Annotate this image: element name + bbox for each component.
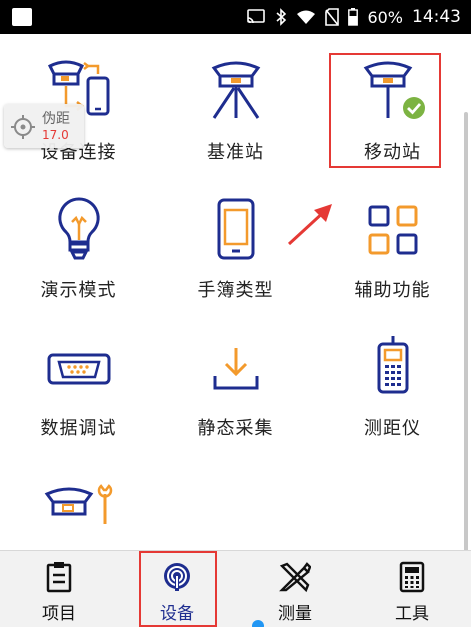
receiver-settings-item[interactable] — [0, 482, 157, 550]
pseudo-range-label: 伪距 — [42, 111, 70, 127]
pseudo-range-value: 17.0 — [42, 128, 69, 142]
static-collect-item[interactable]: 静态采集 — [157, 346, 314, 456]
pseudo-range-widget[interactable]: 伪距 17.0 — [4, 104, 84, 148]
rover-highlight-box — [329, 53, 441, 168]
handheld-type-label: 手簿类型 — [197, 280, 274, 301]
status-icons: 60% 14:43 — [246, 0, 461, 34]
receiver-wrench-icon — [0, 482, 157, 526]
clipboard-icon — [0, 561, 118, 593]
lightbulb-icon — [0, 196, 157, 262]
no-sim-icon — [325, 8, 340, 26]
nav-measure[interactable]: 测量 — [236, 551, 354, 627]
rangefinder-icon — [314, 334, 471, 394]
status-bar: 60% 14:43 — [0, 0, 471, 34]
base-station-label: 基准站 — [207, 142, 264, 163]
bottom-nav: 项目 设备 测量 工具 — [0, 550, 471, 627]
base-station-icon — [157, 56, 314, 120]
nav-project-label: 项目 — [42, 604, 76, 624]
calculator-icon — [353, 561, 471, 593]
red-arrow-icon — [286, 202, 336, 256]
cast-icon — [246, 9, 266, 25]
auxiliary-label: 辅助功能 — [354, 280, 431, 301]
serial-port-icon — [0, 352, 157, 386]
notification-icon — [12, 8, 32, 26]
nav-tools-label: 工具 — [395, 604, 429, 624]
bluetooth-icon — [275, 8, 287, 26]
ruler-pencil-icon — [236, 561, 354, 593]
demo-mode-label: 演示模式 — [40, 280, 117, 301]
wifi-icon — [296, 9, 316, 25]
crosshair-icon — [10, 114, 36, 144]
scrollbar[interactable] — [464, 112, 468, 552]
device-tab-highlight-box — [139, 551, 217, 627]
rangefinder-item[interactable]: 测距仪 — [314, 334, 471, 456]
clock: 14:43 — [412, 7, 461, 27]
data-debug-item[interactable]: 数据调试 — [0, 346, 157, 456]
base-station-item[interactable]: 基准站 — [157, 54, 314, 174]
battery-icon — [348, 8, 359, 26]
nav-tools[interactable]: 工具 — [353, 551, 471, 627]
battery-percent: 60% — [367, 7, 403, 27]
grid-squares-icon — [314, 204, 471, 256]
home-indicator-dot — [252, 620, 264, 627]
auxiliary-item[interactable]: 辅助功能 — [314, 196, 471, 316]
demo-mode-item[interactable]: 演示模式 — [0, 196, 157, 316]
data-debug-label: 数据调试 — [40, 418, 117, 439]
device-menu: 设备连接 基准站 移动站 演示模式 手簿类型 辅助功能 数据调试 静态采集 测距… — [0, 34, 471, 552]
static-collect-label: 静态采集 — [197, 418, 274, 439]
nav-project[interactable]: 项目 — [0, 551, 118, 627]
rangefinder-label: 测距仪 — [364, 418, 421, 439]
download-tray-icon — [157, 346, 314, 392]
